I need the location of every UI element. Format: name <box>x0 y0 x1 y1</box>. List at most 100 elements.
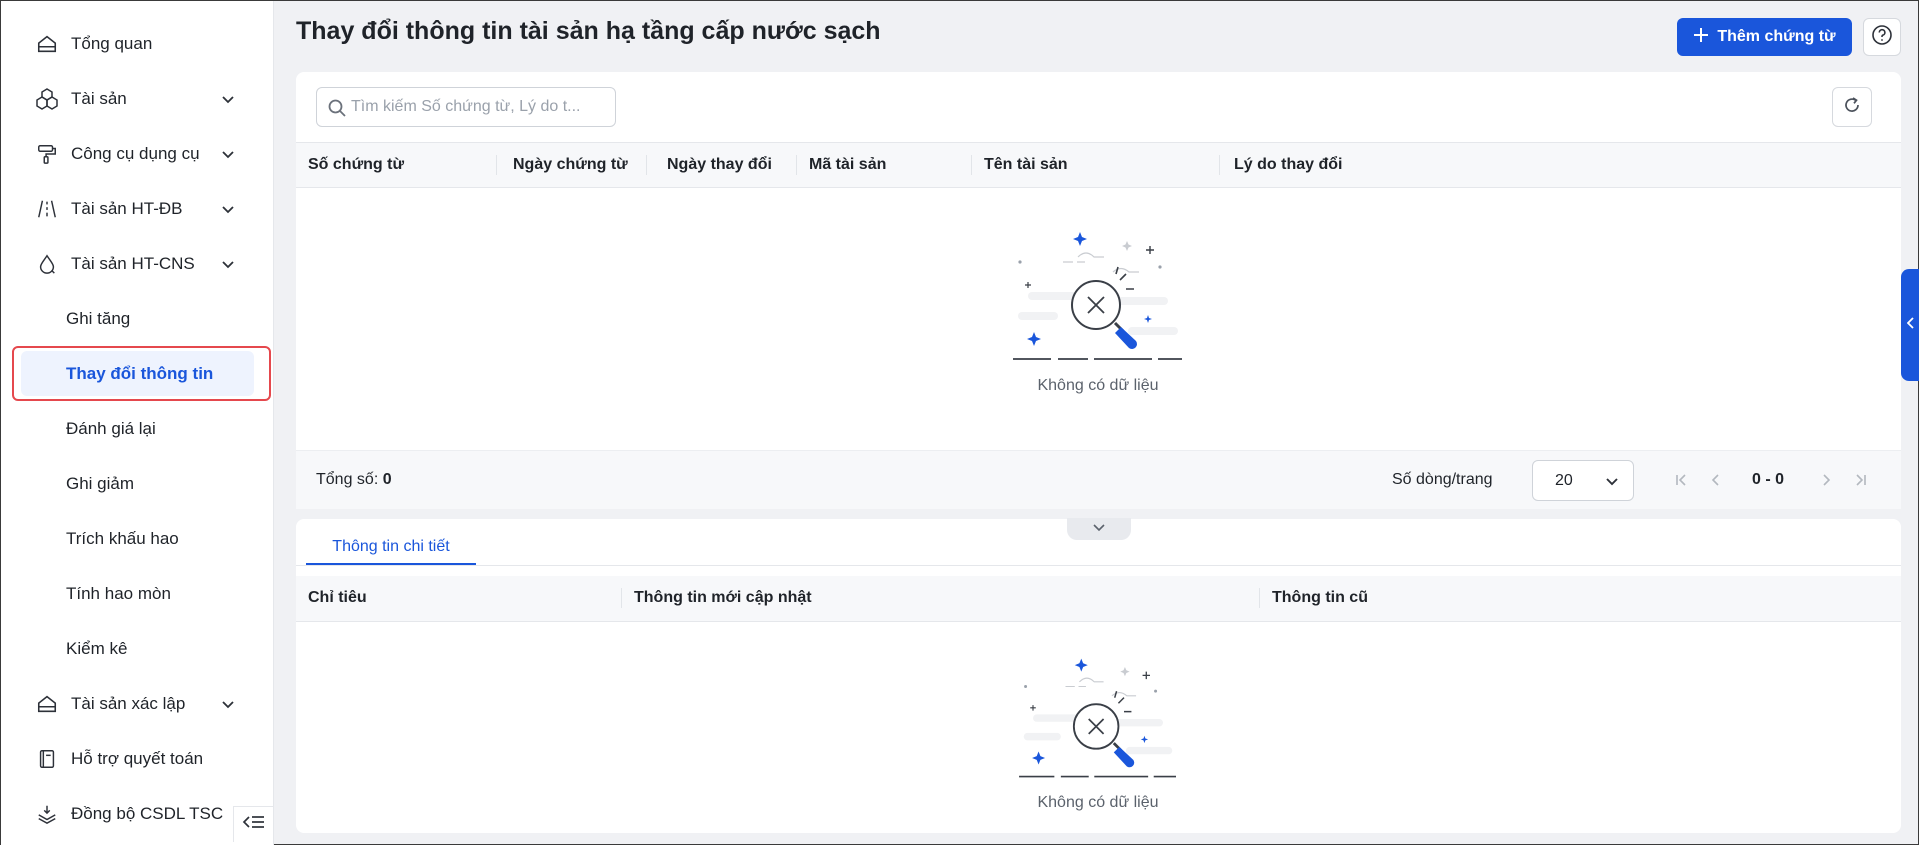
paint-roller-icon <box>35 142 59 166</box>
sidebar-subitem-danh-gia-lai[interactable]: Đánh giá lại <box>1 401 274 456</box>
rows-per-page-label: Số dòng/trang <box>1392 471 1493 488</box>
chevron-left-icon <box>1711 474 1719 486</box>
road-icon <box>35 197 59 221</box>
sidebar-item-label: Đồng bộ CSDL TSC <box>71 803 224 823</box>
search-box[interactable] <box>316 87 616 127</box>
sidebar-subitem-thay-doi-thong-tin[interactable]: Thay đổi thông tin <box>1 346 274 401</box>
sidebar-subitem-label: Đánh giá lại <box>66 418 156 438</box>
last-page-button[interactable] <box>1852 471 1870 489</box>
side-panel-toggle[interactable] <box>1901 269 1919 381</box>
empty-state-text: Không có dữ liệu <box>1037 377 1159 394</box>
total-count: Tổng số: 0 <box>316 471 392 489</box>
column-header[interactable]: Ngày chứng từ <box>513 143 628 187</box>
next-page-button[interactable] <box>1817 471 1835 489</box>
add-document-button[interactable]: Thêm chứng từ <box>1677 18 1852 56</box>
sidebar-item-label: Tổng quan <box>71 33 153 53</box>
column-header[interactable]: Thông tin mới cập nhật <box>634 576 812 620</box>
column-divider <box>496 155 497 175</box>
help-button[interactable] <box>1863 18 1901 56</box>
column-divider <box>971 155 972 175</box>
sidebar-subitem-trich-khau-hao[interactable]: Trích khấu hao <box>1 511 274 566</box>
first-page-button[interactable] <box>1672 471 1690 489</box>
tab-thong-tin-chi-tiet[interactable]: Thông tin chi tiết <box>306 531 476 565</box>
sidebar-item-tai-san-ht-db[interactable]: Tài sản HT-ĐB <box>1 181 274 236</box>
document-list-panel: Số chứng từ Ngày chứng từ Ngày thay đổi … <box>296 72 1901 509</box>
table-footer: Tổng số: 0 Số dòng/trang 20 0 - 0 <box>296 450 1901 509</box>
column-header[interactable]: Ngày thay đổi <box>667 143 772 187</box>
panel-resize-handle[interactable] <box>1067 518 1131 540</box>
sidebar-item-ho-tro-quyet-toan[interactable]: Hỗ trợ quyết toán <box>1 731 274 786</box>
chevron-down-icon <box>219 200 237 218</box>
empty-search-illustration <box>1019 658 1176 778</box>
search-icon <box>328 99 346 122</box>
empty-search-illustration <box>1013 232 1182 360</box>
water-drop-icon <box>35 252 59 276</box>
column-divider <box>1259 588 1260 608</box>
column-header[interactable]: Chỉ tiêu <box>308 576 367 620</box>
sidebar-item-cong-cu-dung-cu[interactable]: Công cụ dụng cụ <box>1 126 274 181</box>
chevron-left-icon <box>1906 316 1915 334</box>
chevron-down-icon <box>1605 474 1619 493</box>
collapse-left-icon <box>242 813 266 836</box>
page-range: 0 - 0 <box>1752 471 1785 488</box>
first-page-icon <box>1676 474 1686 486</box>
sidebar-subitem-label: Ghi tăng <box>66 308 131 328</box>
empty-state: Không có dữ liệu <box>1008 654 1188 812</box>
page-title: Thay đổi thông tin tài sản hạ tầng cấp n… <box>296 17 881 45</box>
collapse-sidebar-button[interactable] <box>233 806 273 842</box>
total-label: Tổng số: <box>316 471 379 488</box>
column-divider <box>621 588 622 608</box>
search-input[interactable] <box>351 96 606 118</box>
add-document-label: Thêm chứng từ <box>1717 28 1836 45</box>
rows-per-page-select[interactable]: 20 <box>1532 460 1634 501</box>
sidebar-item-label: Tài sản HT-CNS <box>71 253 195 273</box>
sidebar-item-label: Hỗ trợ quyết toán <box>71 748 204 768</box>
sidebar-subitem-label: Trích khấu hao <box>66 528 179 548</box>
column-divider <box>1219 155 1220 175</box>
home-icon <box>35 32 59 56</box>
empty-state-text: Không có dữ liệu <box>1037 794 1159 811</box>
sidebar-item-label: Công cụ dụng cụ <box>71 143 200 163</box>
chevron-right-icon <box>1823 474 1831 486</box>
refresh-button[interactable] <box>1832 87 1872 127</box>
chevron-down-icon <box>219 145 237 163</box>
empty-state: Không có dữ liệu <box>1008 227 1188 395</box>
column-header[interactable]: Mã tài sản <box>809 143 886 187</box>
table-header: Số chứng từ Ngày chứng từ Ngày thay đổi … <box>296 142 1901 188</box>
sidebar-item-tong-quan[interactable]: Tổng quan <box>1 16 274 71</box>
column-header[interactable]: Thông tin cũ <box>1272 576 1368 620</box>
sidebar-subitem-label: Tính hao mòn <box>66 583 171 603</box>
sidebar-subitem-ghi-giam[interactable]: Ghi giảm <box>1 456 274 511</box>
column-header[interactable]: Tên tài sản <box>984 143 1068 187</box>
column-divider <box>646 155 647 175</box>
help-icon <box>1871 24 1893 51</box>
sidebar-subitem-label: Ghi giảm <box>66 473 135 493</box>
column-header[interactable]: Lý do thay đổi <box>1234 143 1342 187</box>
layers-sync-icon <box>35 802 59 826</box>
chevron-down-icon <box>219 695 237 713</box>
sidebar: Tổng quan Tài sản Công cụ dụng cụ Tài sả… <box>1 1 274 845</box>
sidebar-item-tai-san[interactable]: Tài sản <box>1 71 274 126</box>
sidebar-subitem-ghi-tang[interactable]: Ghi tăng <box>1 291 274 346</box>
chevron-down-icon <box>219 90 237 108</box>
chevron-down-icon <box>1092 520 1106 538</box>
ledger-icon <box>35 747 59 771</box>
sidebar-item-tai-san-xac-lap[interactable]: Tài sản xác lập <box>1 676 274 731</box>
sidebar-subitem-kiem-ke[interactable]: Kiểm kê <box>1 621 274 676</box>
sidebar-item-label: Tài sản HT-ĐB <box>71 198 183 218</box>
sidebar-subitem-tinh-hao-mon[interactable]: Tính hao mòn <box>1 566 274 621</box>
sidebar-subitem-label: Kiểm kê <box>66 638 128 658</box>
sidebar-item-label: Tài sản <box>71 88 127 108</box>
detail-table-header: Chỉ tiêu Thông tin mới cập nhật Thông ti… <box>296 576 1901 622</box>
rows-per-page-value: 20 <box>1555 471 1573 489</box>
prev-page-button[interactable] <box>1707 471 1725 489</box>
refresh-icon <box>1843 96 1861 119</box>
sidebar-item-tai-san-ht-cns[interactable]: Tài sản HT-CNS <box>1 236 274 291</box>
detail-panel: Thông tin chi tiết Chỉ tiêu Thông tin mớ… <box>296 519 1901 833</box>
last-page-icon <box>1856 474 1866 486</box>
sidebar-item-label: Tài sản xác lập <box>71 693 186 713</box>
column-header[interactable]: Số chứng từ <box>308 143 404 187</box>
tab-divider <box>296 565 1901 566</box>
home-icon <box>35 692 59 716</box>
cubes-icon <box>35 87 59 111</box>
